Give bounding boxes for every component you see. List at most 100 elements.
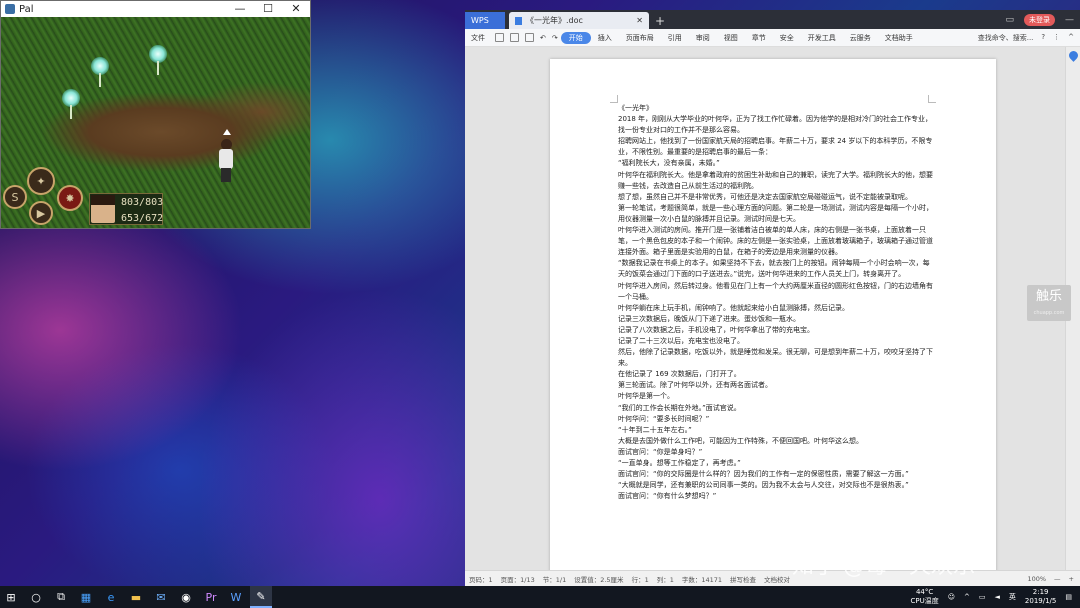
undo-icon[interactable]: ↶ <box>540 34 546 42</box>
command-search[interactable]: 查找命令、搜索... <box>978 33 1034 43</box>
document-paragraph[interactable]: “一直单身。想等工作稳定了，再考虑。” <box>618 458 934 469</box>
network-icon[interactable]: ▭ <box>979 593 986 601</box>
tab-document[interactable]: 《一光年》.doc ✕ <box>509 12 649 29</box>
system-tray: 44°C CPU温度 ☺ ^ ▭ ◄ 英 2:19 2019/1/5 ▤ <box>910 586 1080 608</box>
clock[interactable]: 2:19 2019/1/5 <box>1025 588 1056 606</box>
new-tab-button[interactable]: + <box>649 12 671 29</box>
document-paragraph[interactable]: 叶何华在福利院长大。他是拿着政府的贫困生补助和自己的兼职，读完了大学。福利院长大… <box>618 170 934 192</box>
pal-titlebar[interactable]: Pal — ☐ ✕ <box>1 1 310 17</box>
zoom-out-button[interactable]: — <box>1054 575 1061 583</box>
input-language[interactable]: 英 <box>1009 592 1016 602</box>
document-paragraph[interactable]: “大概就是同学，还有兼职的公司同事一类的。因为我不太会与人交往，对交际也不是很热… <box>618 480 934 491</box>
save-icon[interactable] <box>495 33 504 42</box>
tab-wps-home[interactable]: WPS <box>465 12 505 29</box>
menu-cloud[interactable]: 云服务 <box>843 33 878 43</box>
chevron-up-icon[interactable]: ^ <box>964 593 970 601</box>
document-canvas[interactable]: 《一光年》 2018 年，刚刚从大学毕业的叶何华，正为了找工作忙碌着。因为他学的是… <box>465 47 1065 570</box>
document-paragraph[interactable]: 然后，他除了记录数据，吃饭以外，就是睡觉和发呆。很无聊，可是想到年薪二十万，咬咬… <box>618 347 934 369</box>
attack-icon[interactable]: ✸ <box>57 185 83 211</box>
menu-assistant[interactable]: 文档助手 <box>878 33 920 43</box>
minimize-button[interactable]: — <box>1065 15 1074 25</box>
document-paragraph[interactable]: 叶何华进入房间，然后转过身。他看见在门上有一个大约两厘米直径的圆形红色按钮，门的… <box>618 281 934 303</box>
more-button[interactable]: ⋮ <box>1053 33 1060 43</box>
game-viewport[interactable]: ✦ S ▶ ✸ 803/803 653/672 <box>1 17 310 228</box>
tab-close-button[interactable]: ✕ <box>636 16 643 25</box>
zoom-level[interactable]: 100% <box>1027 575 1046 583</box>
person-icon[interactable]: ☺ <box>948 593 955 601</box>
document-paragraph[interactable]: “十年到二十五年左右。” <box>618 425 934 436</box>
print-icon[interactable] <box>510 33 519 42</box>
menu-dev-tools[interactable]: 开发工具 <box>801 33 843 43</box>
play-icon[interactable]: ▶ <box>29 201 53 225</box>
start-icon[interactable]: ⊞ <box>0 586 22 608</box>
pal-window: Pal — ☐ ✕ ✦ S ▶ ✸ 803/803 653/672 <box>0 0 311 229</box>
document-paragraph[interactable]: 面试官问：“你是单身吗？” <box>618 447 934 458</box>
menu-review[interactable]: 审阅 <box>689 33 717 43</box>
document-paragraph[interactable]: 叶何华进入测试的房间。推开门是一张铺着洁白被单的单人床，床的右侧是一张书桌，上面… <box>618 225 934 258</box>
zoom-in-button[interactable]: + <box>1069 575 1080 583</box>
document-paragraph[interactable]: 叶何华是第一个。 <box>618 391 934 402</box>
mail-icon[interactable]: ✉ <box>150 586 172 608</box>
volume-icon[interactable]: ◄ <box>995 593 1000 601</box>
close-button[interactable]: ✕ <box>282 1 310 17</box>
folder-icon[interactable]: ▬ <box>125 586 147 608</box>
document-paragraph[interactable]: 第一轮笔试，考题很简单，就是一些心理方面的问题。第二轮是一场测试，测试内容是每隔… <box>618 203 934 225</box>
premiere-icon[interactable]: Pr <box>200 586 222 608</box>
login-button[interactable]: 未登录 <box>1024 13 1055 26</box>
menu-file[interactable]: 文件 <box>465 33 492 43</box>
chuapp-logo: 触乐 chuapp.com <box>1027 285 1071 321</box>
document-paragraph[interactable]: 2018 年，刚刚从大学毕业的叶何华，正为了找工作忙碌着。因为他学的是相对冷门的… <box>618 114 934 136</box>
menu-icon[interactable]: S <box>3 185 27 209</box>
document-paragraph[interactable]: 招聘网站上，他找到了一份国家航天局的招聘启事。年薪二十万，要求 24 岁以下的本… <box>618 136 934 158</box>
minimize-button[interactable]: — <box>226 1 254 17</box>
document-paragraph[interactable]: 第三轮面试。除了叶何华以外，还有两名面试者。 <box>618 380 934 391</box>
media-icon[interactable]: ◉ <box>175 586 197 608</box>
document-page[interactable]: 《一光年》 2018 年，刚刚从大学毕业的叶何华，正为了找工作忙碌着。因为他学的是… <box>550 59 996 570</box>
clock-date: 2019/1/5 <box>1024 597 1057 605</box>
pal-app-icon[interactable]: ✎ <box>250 586 272 608</box>
compass-icon[interactable]: ✦ <box>27 167 55 195</box>
document-paragraph[interactable]: 面试官问：“你的交际圈是什么样的？因为我们的工作有一定的保密性质，需要了解这一方… <box>618 469 934 480</box>
document-paragraph[interactable]: 叶何华问：“要多长时间呢？” <box>618 414 934 425</box>
status-word-count[interactable]: 字数：14171 <box>682 574 722 584</box>
menu-start[interactable]: 开始 <box>560 31 591 44</box>
document-paragraph[interactable]: 在他记录了 169 次数据后，门打开了。 <box>618 369 934 380</box>
edge-icon[interactable]: e <box>100 586 122 608</box>
player-marker-icon <box>223 129 231 135</box>
status-bar: 页码：1 页面：1/13 节：1/1 设置值：2.5厘米 行：1 列：1 字数：… <box>465 570 1080 586</box>
document-paragraph[interactable]: 记录了八次数据之后，手机没电了，叶何华拿出了带的充电宝。 <box>618 325 934 336</box>
store-icon[interactable]: ▦ <box>75 586 97 608</box>
preview-icon[interactable] <box>525 33 534 42</box>
document-body[interactable]: 《一光年》 2018 年，刚刚从大学毕业的叶何华，正为了找工作忙碌着。因为他学的是… <box>618 103 934 502</box>
doc-check-button[interactable]: 文档校对 <box>764 574 790 584</box>
document-title[interactable]: 《一光年》 <box>618 103 934 114</box>
document-paragraph[interactable]: 想了想，虽然自己并不是非常优秀，可他还是决定去国家航空局碰碰运气，说不定能被录取… <box>618 192 934 203</box>
document-icon <box>515 16 522 25</box>
menu-view[interactable]: 视图 <box>717 33 745 43</box>
menu-chapter[interactable]: 章节 <box>745 33 773 43</box>
search-icon[interactable]: ○ <box>25 586 47 608</box>
document-paragraph[interactable]: “数据我记录在书桌上的本子。如果坚持不下去，就去按门上的按钮。闹钟每隔一个小时会… <box>618 258 934 280</box>
task-view-icon[interactable]: ⧉ <box>50 586 72 608</box>
wps-writer-icon[interactable]: W <box>225 586 247 608</box>
screen-icon[interactable]: ▭ <box>1005 15 1014 25</box>
document-paragraph[interactable]: 叶何华躺在床上玩手机，闹钟响了。他就起来给小白鼠测脉搏，然后记录。 <box>618 303 934 314</box>
document-paragraph[interactable]: 记录了二十三次以后，充电宝也没电了。 <box>618 336 934 347</box>
document-paragraph[interactable]: 面试官问：“你有什么梦想吗？” <box>618 491 934 502</box>
document-paragraph[interactable]: 记录三次数据后，晚饭从门下递了进来。蛋炒饭和一瓶水。 <box>618 314 934 325</box>
document-paragraph[interactable]: “我们的工作会长期在外地。”面试官说。 <box>618 403 934 414</box>
redo-icon[interactable]: ↷ <box>552 34 558 42</box>
document-paragraph[interactable]: 大概是去国外做什么工作吧，可能因为工作特殊，不便回国吧。叶何华这么想。 <box>618 436 934 447</box>
menu-security[interactable]: 安全 <box>773 33 801 43</box>
notification-icon[interactable]: ▤ <box>1065 593 1072 601</box>
cpu-temp[interactable]: 44°C CPU温度 <box>910 588 938 606</box>
help-button[interactable]: ? <box>1041 33 1045 43</box>
document-paragraph[interactable]: “福利院长大，没有亲属，未婚。” <box>618 158 934 169</box>
spell-check-toggle[interactable]: 拼写检查 <box>730 574 756 584</box>
menu-page-layout[interactable]: 页面布局 <box>619 33 661 43</box>
menu-reference[interactable]: 引用 <box>661 33 689 43</box>
collapse-ribbon-button[interactable]: ^ <box>1068 33 1074 43</box>
menu-insert[interactable]: 插入 <box>591 33 619 43</box>
location-pin-icon[interactable] <box>1067 49 1080 62</box>
maximize-button[interactable]: ☐ <box>254 1 282 17</box>
